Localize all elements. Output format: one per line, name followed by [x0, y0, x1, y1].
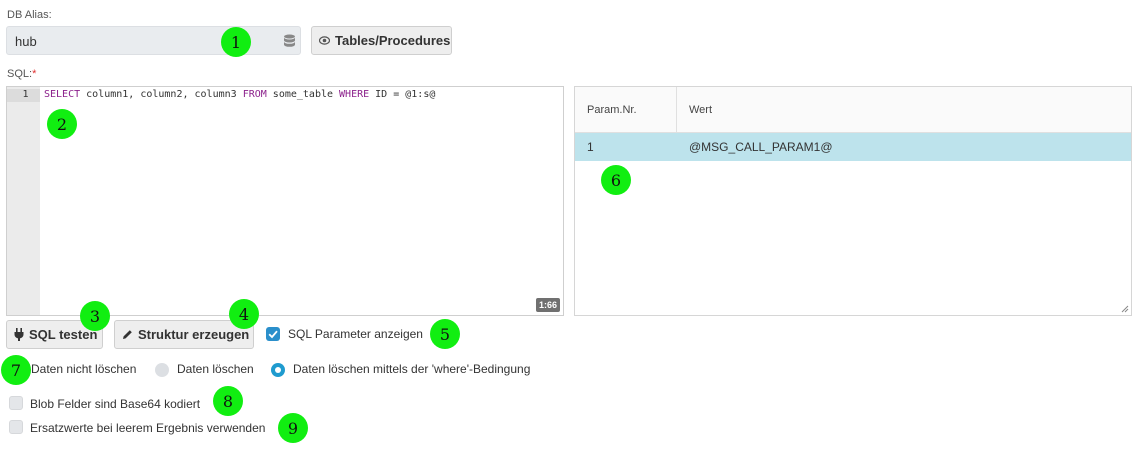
required-marker: * [32, 68, 37, 80]
sql-condition: ID = @1:s@ [369, 89, 436, 100]
header-wert[interactable]: Wert [689, 104, 712, 116]
sql-label: SQL:* [7, 68, 37, 80]
param-nr-cell: 1 [587, 140, 594, 154]
sql-code-line[interactable]: SELECT column1, column2, column3 FROM so… [44, 89, 435, 100]
radio-delete-data[interactable] [155, 363, 169, 377]
create-structure-label: Struktur erzeugen [138, 327, 250, 342]
annotation-badge: 5 [430, 319, 460, 349]
sql-params-table: Param.Nr. Wert 1 @MSG_CALL_PARAM1@ [574, 86, 1132, 316]
radio-label-keep-data[interactable]: Daten nicht löschen [31, 362, 136, 376]
annotation-badge: 9 [278, 413, 308, 443]
show-params-checkbox[interactable] [266, 327, 280, 341]
plug-icon [14, 328, 24, 341]
radio-label-delete-where[interactable]: Daten löschen mittels der 'where'-Beding… [293, 362, 530, 376]
sql-columns: column1, column2, column3 [80, 89, 243, 100]
database-icon[interactable] [283, 34, 296, 48]
cursor-position: 1:66 [535, 298, 560, 312]
substitute-empty-label[interactable]: Ersatzwerte bei leerem Ergebnis verwende… [30, 421, 265, 435]
annotation-badge: 1 [221, 27, 251, 57]
param-wert-cell: @MSG_CALL_PARAM1@ [689, 140, 833, 154]
blob-base64-checkbox[interactable] [9, 396, 23, 410]
annotation-badge: 2 [47, 109, 77, 139]
annotation-badge: 6 [601, 165, 631, 195]
tables-procedures-label: Tables/Procedures [335, 33, 451, 48]
db-alias-value: hub [15, 34, 37, 49]
substitute-empty-checkbox[interactable] [9, 420, 23, 434]
annotation-badge: 3 [80, 301, 110, 331]
resize-grip-icon[interactable] [1121, 305, 1129, 313]
header-param-nr[interactable]: Param.Nr. [587, 104, 637, 116]
show-params-label[interactable]: SQL Parameter anzeigen [288, 327, 423, 341]
radio-delete-where[interactable] [271, 363, 285, 377]
params-table-header: Param.Nr. Wert [575, 87, 1131, 133]
pencil-icon [123, 330, 132, 339]
tables-procedures-button[interactable]: Tables/Procedures [311, 26, 452, 55]
annotation-badge: 4 [229, 299, 259, 329]
sql-table: some_table [266, 89, 340, 100]
db-alias-select[interactable]: hub [6, 26, 301, 55]
annotation-badge: 7 [1, 355, 31, 385]
sql-keyword-from: FROM [242, 89, 267, 100]
sql-keyword-where: WHERE [339, 89, 370, 100]
line-number: 1 [7, 89, 40, 102]
db-alias-label: DB Alias: [7, 9, 52, 21]
column-divider [676, 87, 677, 133]
eye-icon [319, 36, 330, 45]
sql-editor[interactable]: 1 SELECT column1, column2, column3 FROM … [6, 86, 564, 316]
sql-keyword-select: SELECT [44, 89, 81, 100]
radio-label-delete-data[interactable]: Daten löschen [177, 362, 254, 376]
editor-gutter [7, 87, 40, 315]
checkmark-icon [268, 330, 278, 339]
table-row[interactable]: 1 @MSG_CALL_PARAM1@ [575, 133, 1131, 161]
annotation-badge: 8 [213, 386, 243, 416]
blob-base64-label[interactable]: Blob Felder sind Base64 kodiert [30, 397, 200, 411]
